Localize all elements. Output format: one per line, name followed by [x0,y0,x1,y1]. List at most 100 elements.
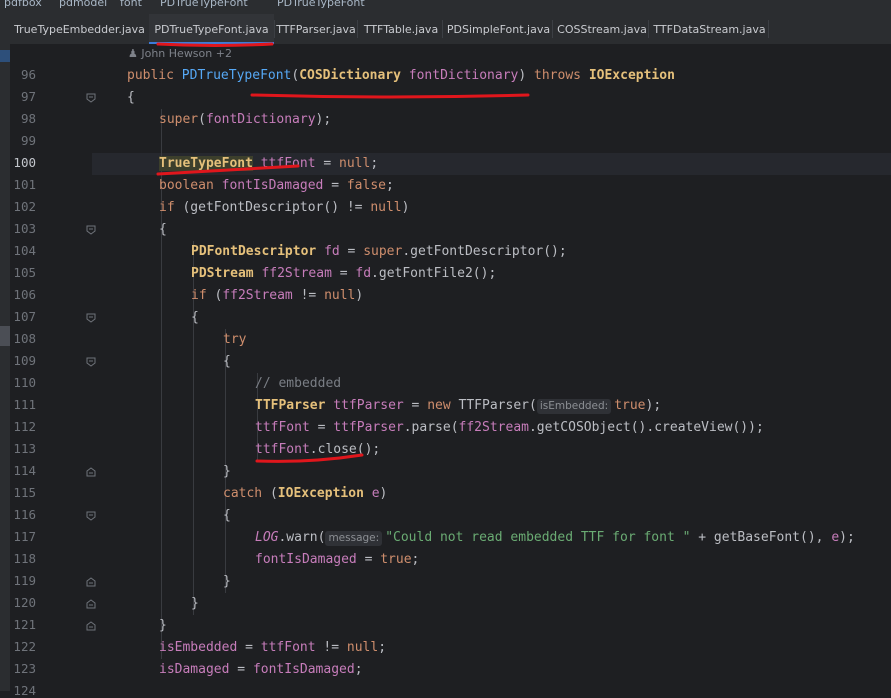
code-token: fd [324,244,340,259]
breadcrumb-item[interactable]: pdfbox [4,0,42,9]
code-token: true [380,552,412,567]
code-token: ; [370,156,379,171]
author-code-vision-hint[interactable]: ♟ John Hewson +2 [128,47,232,60]
code-token: TrueTypeFont [159,156,253,171]
code-line[interactable]: TrueTypeFont ttfFont = null; [159,153,378,175]
line-number[interactable]: 119 [10,573,36,588]
code-line[interactable]: } [223,571,231,593]
code-line[interactable]: isDamaged = fontIsDamaged; [159,659,363,681]
code-token: PDStream [191,266,262,281]
tab-separator [442,20,443,38]
code-token: null [339,156,371,171]
line-number[interactable]: 106 [10,287,36,302]
code-line[interactable]: if (getFontDescriptor() != null) [159,197,409,219]
code-line[interactable]: LOG.warn(message: "Could not read embedde… [255,527,855,549]
code-token: IOException [277,486,372,501]
code-token: { [191,310,199,325]
line-number[interactable]: 111 [10,397,36,412]
editor-tab[interactable]: TTFDataStream.java [651,14,768,44]
code-line[interactable]: ttfFont.close(); [255,439,380,461]
line-number[interactable]: 117 [10,529,36,544]
tab-separator [357,20,358,38]
code-line[interactable]: { [127,87,135,109]
line-number[interactable]: 121 [10,617,36,632]
editor-tab[interactable]: TrueTypeEmbedder.java [10,14,149,44]
editor-tab[interactable]: PDSimpleFont.java [445,14,552,44]
line-number[interactable]: 105 [10,265,36,280]
line-number[interactable]: 104 [10,243,36,258]
code-line[interactable]: // embedded [255,373,341,395]
editor-tab[interactable]: TTFTable.java [360,14,442,44]
line-number[interactable]: 102 [10,199,36,214]
breadcrumb-item[interactable]: PDTrueTypeFont [277,0,365,9]
code-token: ) [379,486,388,501]
line-number[interactable]: 99 [10,133,36,148]
code-line[interactable]: if (ff2Stream != null) [191,285,363,307]
line-number[interactable]: 97 [10,89,36,104]
code-token: ); [645,398,662,413]
code-token: if [191,288,215,303]
code-token: IOException [588,68,675,83]
editor-tab[interactable]: TTFParser.java [275,14,357,44]
line-number[interactable]: 123 [10,661,36,676]
code-line[interactable]: } [223,461,231,483]
code-line[interactable]: { [191,307,199,329]
code-token: ff2Stream [222,288,293,303]
code-line[interactable]: { [159,219,167,241]
tab-separator [768,20,769,38]
tab-separator [648,20,649,38]
editor-tab[interactable]: COSStream.java [556,14,648,44]
line-number[interactable]: 109 [10,353,36,368]
line-number[interactable]: 103 [10,221,36,236]
line-number[interactable]: 116 [10,507,36,522]
code-token: { [223,354,231,369]
code-token: { [127,90,135,105]
code-line[interactable]: { [223,505,231,527]
line-number[interactable]: 115 [10,485,36,500]
code-line[interactable]: super(fontDictionary); [159,109,331,131]
code-line[interactable]: PDFontDescriptor fd = super.getFontDescr… [191,241,567,263]
breadcrumb-item[interactable]: pdmodel [59,0,107,9]
code-token: ) [355,288,364,303]
code-token: { [223,508,231,523]
breadcrumb-item[interactable]: font [120,0,142,9]
code-line[interactable]: TTFParser ttfParser = new TTFParser(isEm… [255,395,661,417]
line-number[interactable]: 100 [10,155,36,170]
code-token: public [127,68,182,83]
line-number[interactable]: 114 [10,463,36,478]
line-number[interactable]: 107 [10,309,36,324]
line-number[interactable]: 98 [10,111,36,126]
line-number[interactable]: 120 [10,595,36,610]
code-line[interactable]: catch (IOException e) [223,483,387,505]
breadcrumb-item[interactable]: PDTrueTypeFont [160,0,248,9]
line-number[interactable]: 118 [10,551,36,566]
code-line[interactable]: fontIsDamaged = true; [255,549,419,571]
code-line[interactable]: isEmbedded = ttfFont != null; [159,637,386,659]
code-line[interactable]: } [191,593,199,615]
line-number[interactable]: 101 [10,177,36,192]
code-line[interactable]: public PDTrueTypeFont(COSDictionary font… [127,65,675,87]
code-line[interactable]: try [223,329,246,351]
code-line[interactable]: boolean fontIsDamaged = false; [159,175,394,197]
code-line[interactable]: ttfFont = ttfParser.parse(ff2Stream.getC… [255,417,764,439]
code-token: .warn( [278,530,326,545]
line-number[interactable]: 96 [10,67,36,82]
code-line[interactable]: } [159,615,167,637]
code-token: = [309,420,334,435]
line-number[interactable]: 110 [10,375,36,390]
line-number[interactable]: 113 [10,441,36,456]
code-line[interactable]: { [223,351,231,373]
project-panel-edge[interactable] [0,44,10,691]
line-number[interactable]: 122 [10,639,36,654]
code-token: true [614,398,646,413]
line-number[interactable]: 108 [10,331,36,346]
code-editor[interactable]: public PDTrueTypeFont (COSDictionary font… [92,44,891,691]
code-token: super [363,244,403,259]
line-number-gutter[interactable]: 96 97 98 99 100 101 102 103 104 105 106 107 108 109 11… [10,44,96,698]
code-line[interactable]: PDStream ff2Stream = fd.getFontFile2(); [191,263,496,285]
editor-tab[interactable]: PDTrueTypeFont.java [149,14,274,44]
line-number[interactable]: 112 [10,419,36,434]
code-token: fd [355,266,372,281]
code-token: ; [354,662,363,677]
